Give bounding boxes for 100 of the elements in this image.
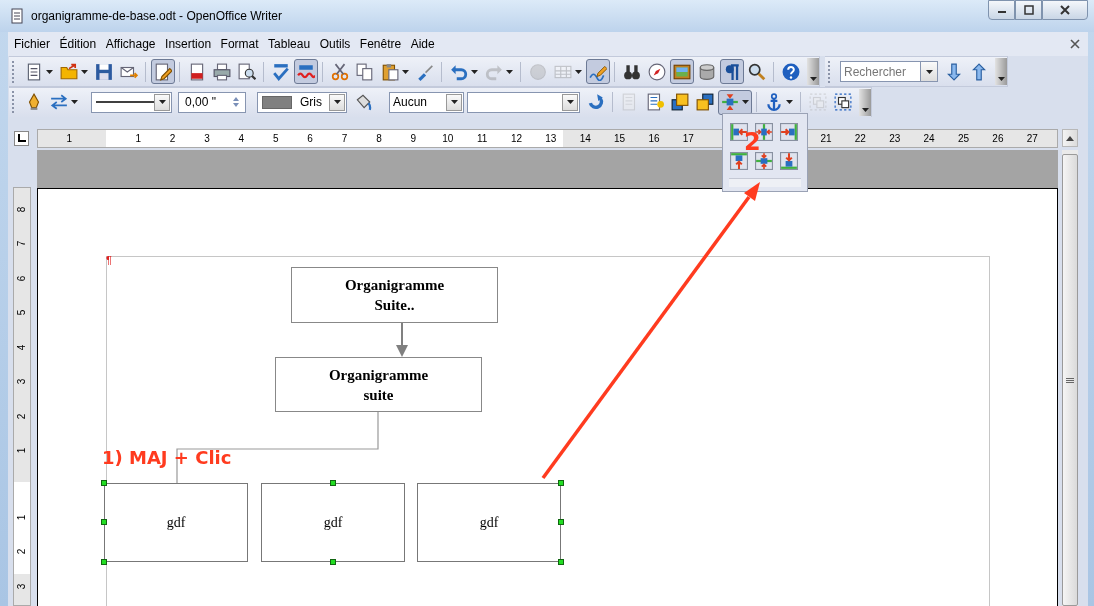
align-button[interactable] xyxy=(780,152,798,170)
ruler-number: 7 xyxy=(340,132,349,144)
ruler-number: 27 xyxy=(1025,132,1039,144)
selection-handle[interactable] xyxy=(558,519,564,525)
annotation-text: 1) MAJ + Clic xyxy=(102,447,232,468)
org-chart-box[interactable]: gdf xyxy=(104,483,248,562)
ruler-number: 11 xyxy=(475,132,489,144)
caret-icon xyxy=(80,69,88,74)
line-style-dropdown[interactable] xyxy=(91,91,172,113)
clipboard-icon xyxy=(380,62,399,81)
toolbar-grip[interactable] xyxy=(12,91,16,113)
wavy-underline-icon xyxy=(296,62,315,81)
align-button[interactable] xyxy=(730,152,748,170)
scissors-icon xyxy=(330,62,349,81)
selection-handle[interactable] xyxy=(558,480,564,486)
ruler-number: 17 xyxy=(681,132,695,144)
selection-handle[interactable] xyxy=(330,559,336,565)
ruler-number: 12 xyxy=(509,132,524,144)
line-sample-icon xyxy=(96,100,154,104)
caret-icon xyxy=(70,100,78,104)
caret-icon xyxy=(785,100,793,104)
ruler-number: 7 xyxy=(16,240,28,247)
toolbar-grip[interactable] xyxy=(12,60,16,83)
selection-handle[interactable] xyxy=(558,559,564,565)
toolbar-overflow-button[interactable] xyxy=(807,58,819,85)
menu-item[interactable]: Affichage xyxy=(101,37,160,51)
caret-icon xyxy=(741,100,749,104)
dropdown[interactable]: Gris xyxy=(257,91,347,113)
toolbar-grip[interactable] xyxy=(828,60,832,83)
ruler-number: 5 xyxy=(271,132,280,144)
tab-stop-button[interactable] xyxy=(14,130,29,146)
ruler-number: 2 xyxy=(168,132,177,144)
menu-item[interactable]: Insertion xyxy=(161,37,216,51)
org-chart-box[interactable]: Organigramme suite xyxy=(275,357,482,412)
ruler-number: 2 xyxy=(16,413,28,420)
minimize-button[interactable] xyxy=(988,0,1015,20)
arrow-style-icon xyxy=(49,93,68,111)
dropdown[interactable]: Aucun xyxy=(389,91,464,113)
caret-icon xyxy=(333,100,341,104)
align-button[interactable] xyxy=(780,123,798,141)
box-label: gdf xyxy=(479,514,499,531)
toolbar-overflow-button[interactable] xyxy=(995,58,1007,85)
menu-item[interactable]: Aide xyxy=(406,37,439,51)
globe-icon xyxy=(528,62,547,81)
caret-icon xyxy=(861,107,869,112)
toolbar-button[interactable] xyxy=(719,59,744,84)
ruler-number: 13 xyxy=(544,132,558,144)
align-right-icon xyxy=(780,123,798,141)
dropdown[interactable] xyxy=(467,91,580,113)
ruler-number: 1 xyxy=(134,132,142,144)
dropdown-button[interactable] xyxy=(920,61,938,82)
menu-item[interactable]: Outils xyxy=(315,37,355,51)
selection-handle[interactable] xyxy=(330,480,336,486)
undo-arrow-icon xyxy=(449,62,468,81)
box-label: Organigramme suite xyxy=(328,365,429,405)
document-icon xyxy=(9,8,25,24)
line-width-field[interactable]: 0,00 " xyxy=(178,91,246,113)
anchor-icon xyxy=(764,93,783,111)
search-field[interactable]: Rechercher xyxy=(840,61,920,82)
caret-icon xyxy=(470,69,478,74)
box-label: Organigramme Suite.. xyxy=(344,276,445,315)
popup-grip[interactable] xyxy=(729,178,801,187)
selection-handle[interactable] xyxy=(101,559,107,565)
align-left-icon xyxy=(730,123,748,141)
database-icon xyxy=(697,62,716,81)
maximize-button[interactable] xyxy=(1015,0,1042,20)
org-chart-box[interactable]: gdf xyxy=(417,483,561,562)
ruler-number: 6 xyxy=(306,132,314,144)
ruler-number: 1 xyxy=(16,514,28,521)
menu-item[interactable]: Format xyxy=(216,37,263,51)
menu-item[interactable]: Édition xyxy=(55,37,101,51)
maximize-icon xyxy=(1023,5,1034,15)
align-button[interactable] xyxy=(730,123,748,141)
group-icon xyxy=(808,93,827,111)
org-chart-box[interactable]: gdf xyxy=(261,483,405,562)
alignment-icon xyxy=(720,93,739,111)
copy-icon xyxy=(355,62,374,81)
caret-icon xyxy=(45,69,53,74)
menu-item[interactable]: Tableau xyxy=(264,37,315,51)
scroll-up-button[interactable] xyxy=(1062,129,1078,147)
close-button[interactable] xyxy=(1042,0,1088,20)
help-icon xyxy=(781,62,800,81)
ruler-number: 15 xyxy=(613,132,627,144)
window-title: organigramme-de-base.odt - OpenOffice Writer xyxy=(31,9,282,23)
menu-item[interactable]: Fichier xyxy=(10,37,54,51)
compass-icon xyxy=(647,62,666,81)
ruler-number: 9 xyxy=(409,132,418,144)
org-chart-box[interactable]: Organigramme Suite.. xyxy=(291,267,498,323)
menu-item[interactable]: Fenêtre xyxy=(355,37,406,51)
ruler-number: 8 xyxy=(375,132,383,144)
tab-stop-icon xyxy=(17,134,26,142)
ruler-number: 14 xyxy=(578,132,592,144)
caret-icon xyxy=(158,100,166,104)
close-icon[interactable] xyxy=(1070,39,1080,49)
selection-handle[interactable] xyxy=(101,480,107,486)
align-button[interactable] xyxy=(755,152,773,170)
toolbar-button[interactable] xyxy=(669,59,694,84)
toolbar-button[interactable] xyxy=(150,59,175,84)
toolbar-overflow-button[interactable] xyxy=(859,88,871,116)
selection-handle[interactable] xyxy=(101,519,107,525)
